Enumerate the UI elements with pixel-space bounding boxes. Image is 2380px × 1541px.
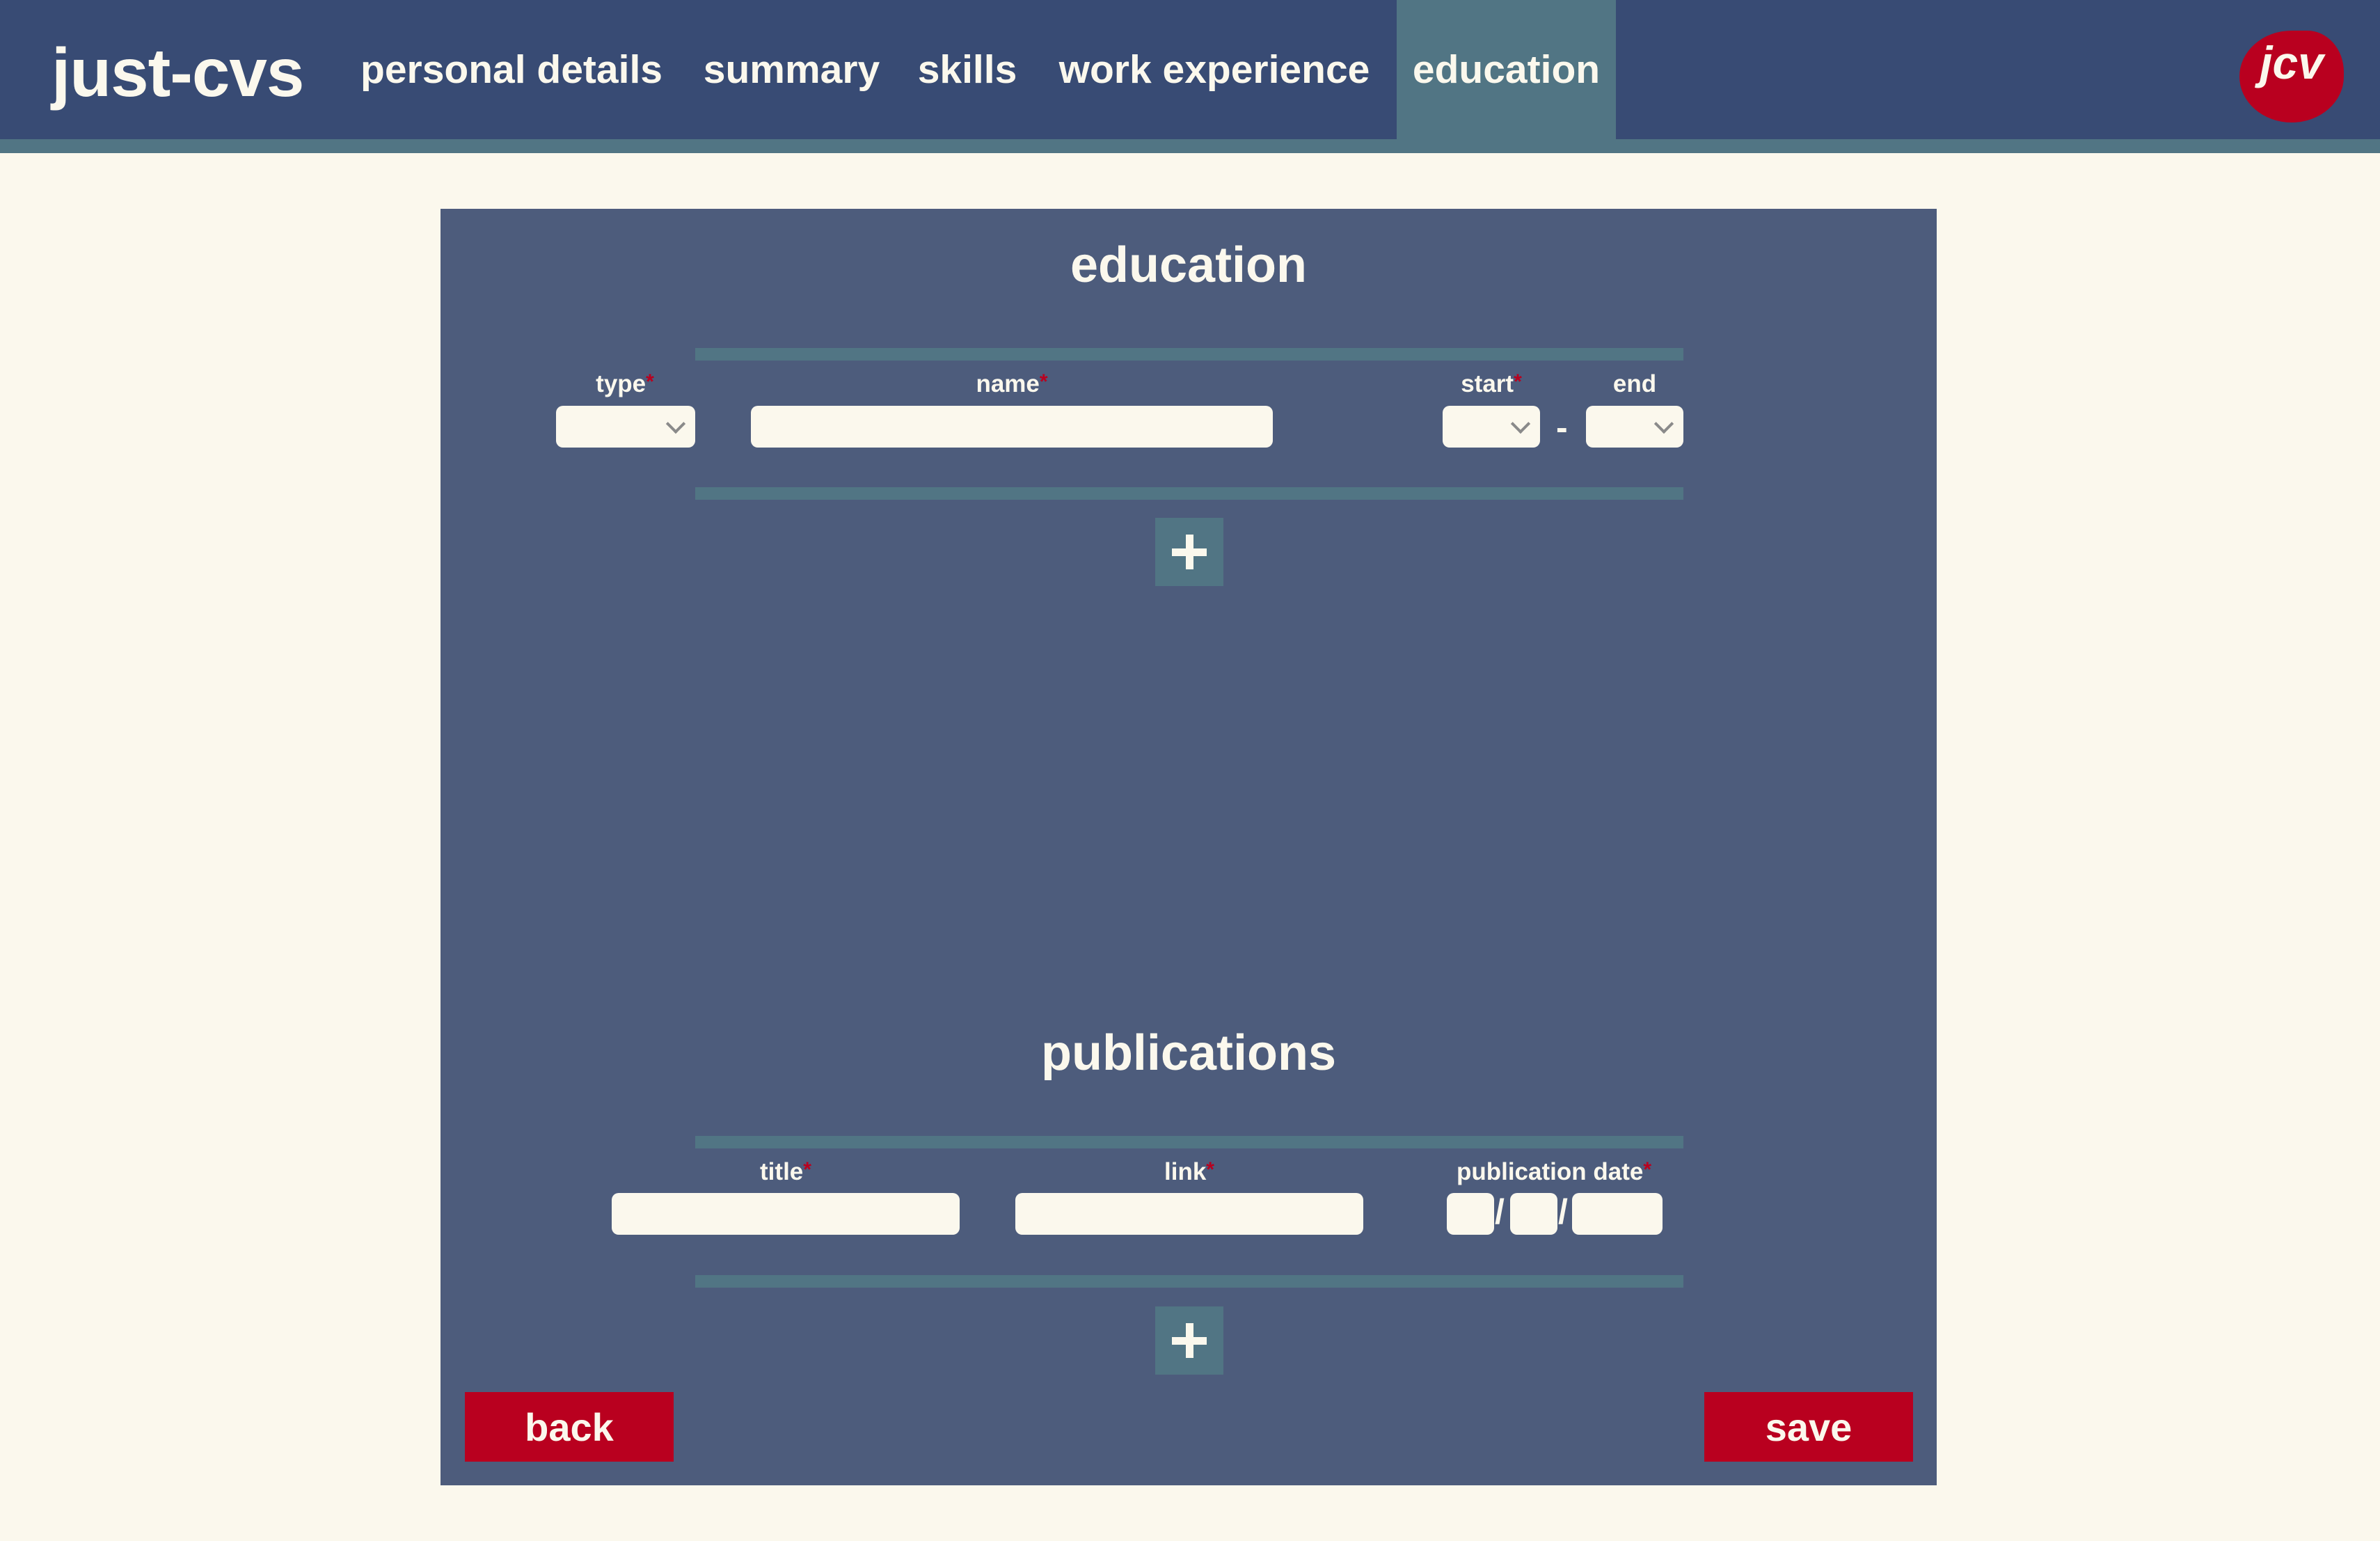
- top-navigation-bar: just-cvs personal details summary skills…: [0, 0, 2380, 139]
- publication-date-year-input[interactable]: [1572, 1193, 1663, 1235]
- publication-link-label: link*: [1164, 1158, 1214, 1185]
- start-select[interactable]: [1443, 406, 1540, 448]
- add-education-button[interactable]: [1155, 518, 1223, 586]
- date-separator: /: [1558, 1192, 1568, 1231]
- name-input[interactable]: [751, 406, 1273, 448]
- publication-link-input[interactable]: [1015, 1193, 1363, 1235]
- date-separator: /: [1495, 1192, 1505, 1231]
- type-label: type*: [596, 370, 654, 397]
- type-select[interactable]: [556, 406, 695, 448]
- education-divider-bottom: [695, 487, 1683, 500]
- publications-divider-bottom: [695, 1275, 1683, 1288]
- cv-form-panel: education type* name* start* - end publi…: [441, 209, 1937, 1485]
- publication-title-label: title*: [760, 1158, 811, 1185]
- publication-title-input[interactable]: [612, 1193, 960, 1235]
- logo-text: jcv: [2260, 37, 2324, 88]
- publication-date-label: publication date*: [1456, 1158, 1652, 1185]
- publications-title: publications: [1040, 1025, 1337, 1081]
- nav-summary[interactable]: summary: [692, 0, 891, 139]
- date-range-dash: -: [1556, 408, 1568, 447]
- save-button[interactable]: save: [1704, 1392, 1913, 1462]
- education-title: education: [1070, 237, 1308, 293]
- nav-work-experience[interactable]: work experience: [1044, 0, 1385, 139]
- nav-education[interactable]: education: [1397, 0, 1616, 139]
- required-marker: *: [803, 1158, 811, 1181]
- brand-title[interactable]: just-cvs: [51, 31, 304, 114]
- name-label: name*: [976, 370, 1048, 397]
- jcv-logo[interactable]: jcv: [2239, 31, 2344, 123]
- publications-divider-top: [695, 1136, 1683, 1148]
- nav-skills[interactable]: skills: [912, 0, 1023, 139]
- education-divider-top: [695, 348, 1683, 361]
- required-marker: *: [1643, 1158, 1652, 1181]
- add-publication-button[interactable]: [1155, 1306, 1223, 1375]
- required-marker: *: [1514, 370, 1522, 393]
- header-accent-stripe: [0, 139, 2380, 153]
- publication-date-month-input[interactable]: [1510, 1193, 1557, 1235]
- required-marker: *: [1206, 1158, 1214, 1181]
- nav-personal-details[interactable]: personal details: [351, 0, 672, 139]
- end-label: end: [1612, 370, 1657, 397]
- start-label: start*: [1461, 370, 1522, 397]
- back-button[interactable]: back: [465, 1392, 674, 1462]
- required-marker: *: [646, 370, 654, 393]
- end-select[interactable]: [1586, 406, 1683, 448]
- publication-date-day-input[interactable]: [1447, 1193, 1494, 1235]
- required-marker: *: [1039, 370, 1048, 393]
